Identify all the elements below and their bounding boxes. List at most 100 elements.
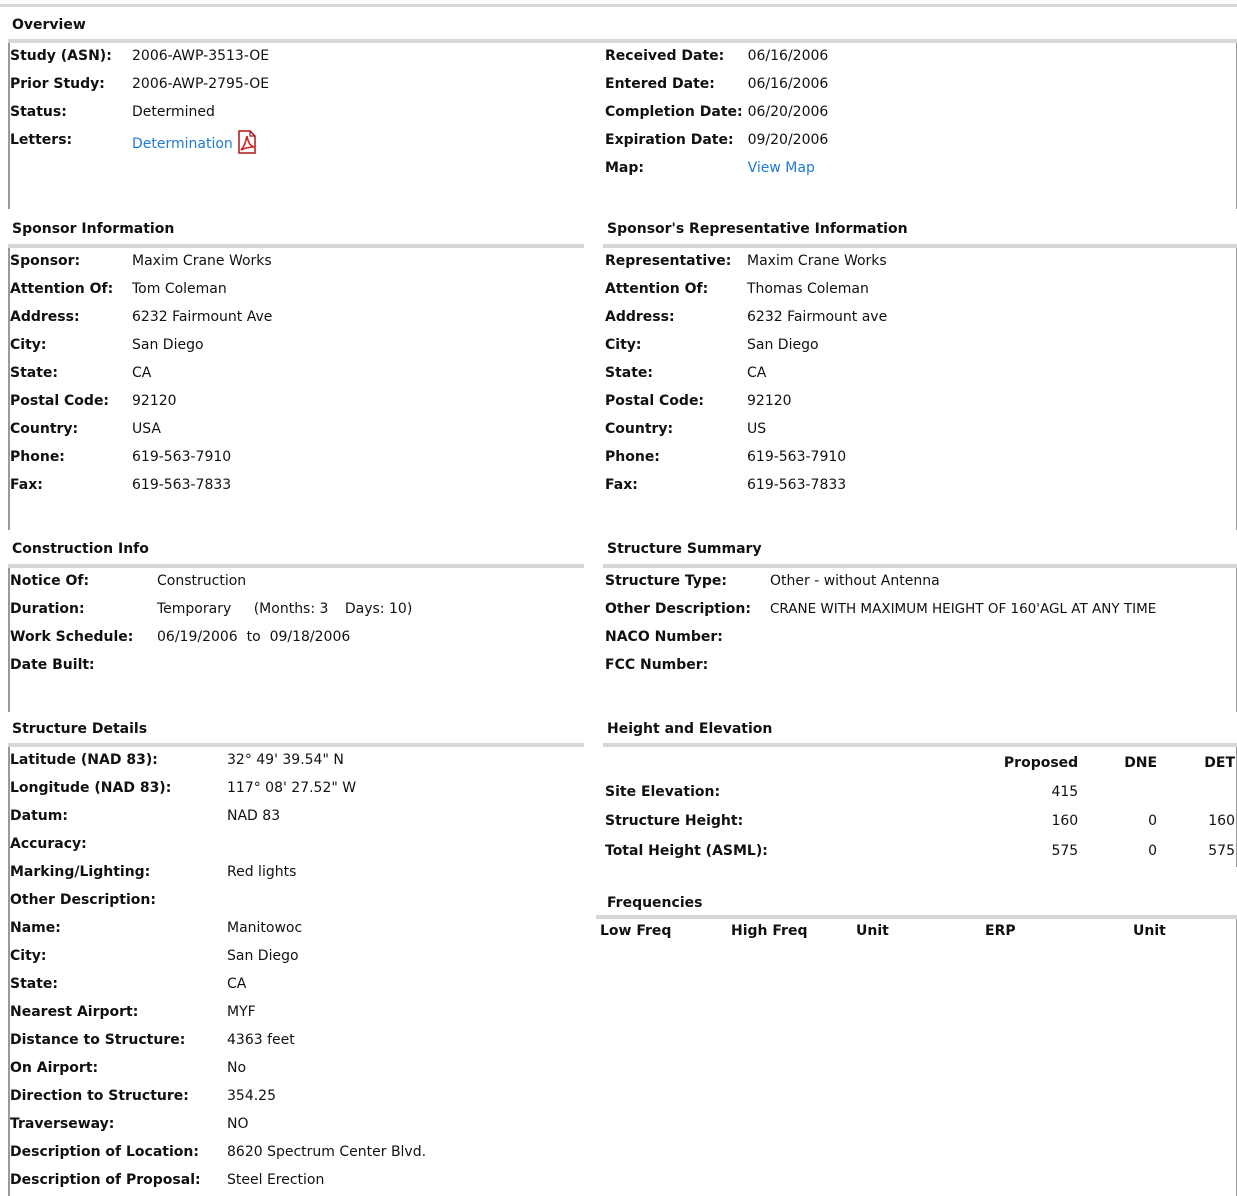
overview-title: Overview [12,17,86,33]
field-value: 6232 Fairmount Ave [132,309,273,325]
summary-row: NACO Number: [603,623,1159,651]
height-header-row: Proposed DNE DET [603,748,1236,778]
field-value: USA [132,421,161,437]
field-label: State: [10,976,59,992]
field-value [225,886,429,914]
construction-title: Construction Info [12,541,149,557]
field-value: 117° 08' 27.52" W [227,780,357,796]
duration-days-label: Days: [344,601,385,617]
details-row: Accuracy: [8,830,429,858]
field-value: Tom Coleman [132,281,227,297]
field-label: Traverseway: [10,1116,115,1132]
construction-row-notice: Notice Of: Construction [8,567,415,595]
field-value: 2006-AWP-3513-OE [132,48,270,64]
overview-row-status: Status: Determined [8,98,272,126]
field-value: Steel Erection [227,1172,325,1188]
field-label: Country: [10,421,79,437]
overview-row-entered: Entered Date: 06/16/2006 [603,70,831,98]
field-label: Site Elevation: [605,784,721,800]
field-value: 06/16/2006 [747,76,829,92]
field-value: 92120 [747,393,792,409]
field-label: Work Schedule: [10,629,134,645]
field-label: Entered Date: [605,76,715,92]
details-row: Traverseway: NO [8,1110,429,1138]
schedule-from: 06/19/2006 [157,629,238,645]
details-row: Other Description: [8,886,429,914]
field-value [225,830,429,858]
overview-row-completion: Completion Date: 06/20/2006 [603,98,831,126]
field-value: 32° 49' 39.54" N [227,752,344,768]
field-value: Manitowoc [227,920,303,936]
field-value: 619-563-7910 [747,449,847,465]
field-label: Notice Of: [10,573,90,589]
duration-months-label: (Months: [253,601,316,617]
field-label: Sponsor: [10,253,81,269]
field-value: 619-563-7910 [132,449,232,465]
pdf-icon[interactable] [235,130,259,158]
field-value: 354.25 [227,1088,276,1104]
field-label: Name: [10,920,61,936]
field-label: Distance to Structure: [10,1032,186,1048]
col-unit: Unit [856,923,889,939]
field-label: Attention Of: [10,281,114,297]
structure-summary-table: Structure Type: Other - without Antenna O… [603,567,1159,679]
field-label: Letters: [10,132,73,148]
field-value: MYF [227,1004,256,1020]
field-label: Other Description: [605,601,751,617]
height-title: Height and Elevation [607,721,773,737]
field-label: Accuracy: [10,836,87,852]
field-value: Construction [157,573,247,589]
sponsor-row: Attention Of: Tom Coleman [8,275,275,303]
field-label: Received Date: [605,48,725,64]
overview-row-letters: Letters: Determination [8,126,272,162]
field-label: Total Height (ASML): [605,843,768,859]
frequencies-title: Frequencies [607,895,703,911]
field-value: 619-563-7833 [132,477,232,493]
sponsor-title: Sponsor Information [12,221,175,237]
det-value: 160 [1208,813,1235,829]
field-value: 06/20/2006 [747,104,829,120]
sponsor-row: Address: 6232 Fairmount Ave [8,303,275,331]
details-row: Longitude (NAD 83): 117° 08' 27.52" W [8,774,429,802]
field-label: Phone: [10,449,65,465]
field-value: US [747,421,767,437]
field-label: Fax: [10,477,43,493]
construction-row-schedule: Work Schedule: 06/19/2006 to 09/18/2006 [8,623,415,651]
details-row: Latitude (NAD 83): 32° 49' 39.54" N [8,746,429,774]
field-value: Red lights [227,864,297,880]
representative-table: Representative: Maxim Crane Works Attenti… [603,247,890,499]
proposed-value: 575 [1051,843,1079,859]
field-label: Country: [605,421,674,437]
field-label: City: [10,948,47,964]
field-label: Fax: [605,477,638,493]
representative-row: Phone: 619-563-7910 [603,443,890,471]
overview-row-study: Study (ASN): 2006-AWP-3513-OE [8,42,272,70]
frequencies-underline [596,915,1237,919]
determination-letter-link[interactable]: Determination [132,136,233,152]
field-value: San Diego [747,337,819,353]
field-label: Map: [605,160,644,176]
representative-row: Address: 6232 Fairmount ave [603,303,890,331]
overview-row-prior: Prior Study: 2006-AWP-2795-OE [8,70,272,98]
col-erp-unit: Unit [1133,923,1166,939]
field-value: No [227,1060,247,1076]
dne-value: 0 [1148,843,1158,859]
field-label: City: [605,337,642,353]
overview-row-expiration: Expiration Date: 09/20/2006 [603,126,831,154]
details-row: Marking/Lighting: Red lights [8,858,429,886]
details-row: Datum: NAD 83 [8,802,429,830]
view-map-link[interactable]: View Map [748,160,815,176]
field-value: 06/16/2006 [747,48,829,64]
col-proposed: Proposed [1003,755,1079,771]
field-label: Completion Date: [605,104,743,120]
representative-row: Fax: 619-563-7833 [603,471,890,499]
sponsor-row: Sponsor: Maxim Crane Works [8,247,275,275]
height-row: Structure Height: 160 0 160 [603,806,1236,836]
details-row: Distance to Structure: 4363 feet [8,1026,429,1054]
field-label: State: [10,365,59,381]
height-underline [603,743,1237,747]
details-row: Description of Location: 8620 Spectrum Ce… [8,1138,429,1166]
details-row: State: CA [8,970,429,998]
sponsor-row: Country: USA [8,415,275,443]
field-value: 8620 Spectrum Center Blvd. [227,1144,427,1160]
